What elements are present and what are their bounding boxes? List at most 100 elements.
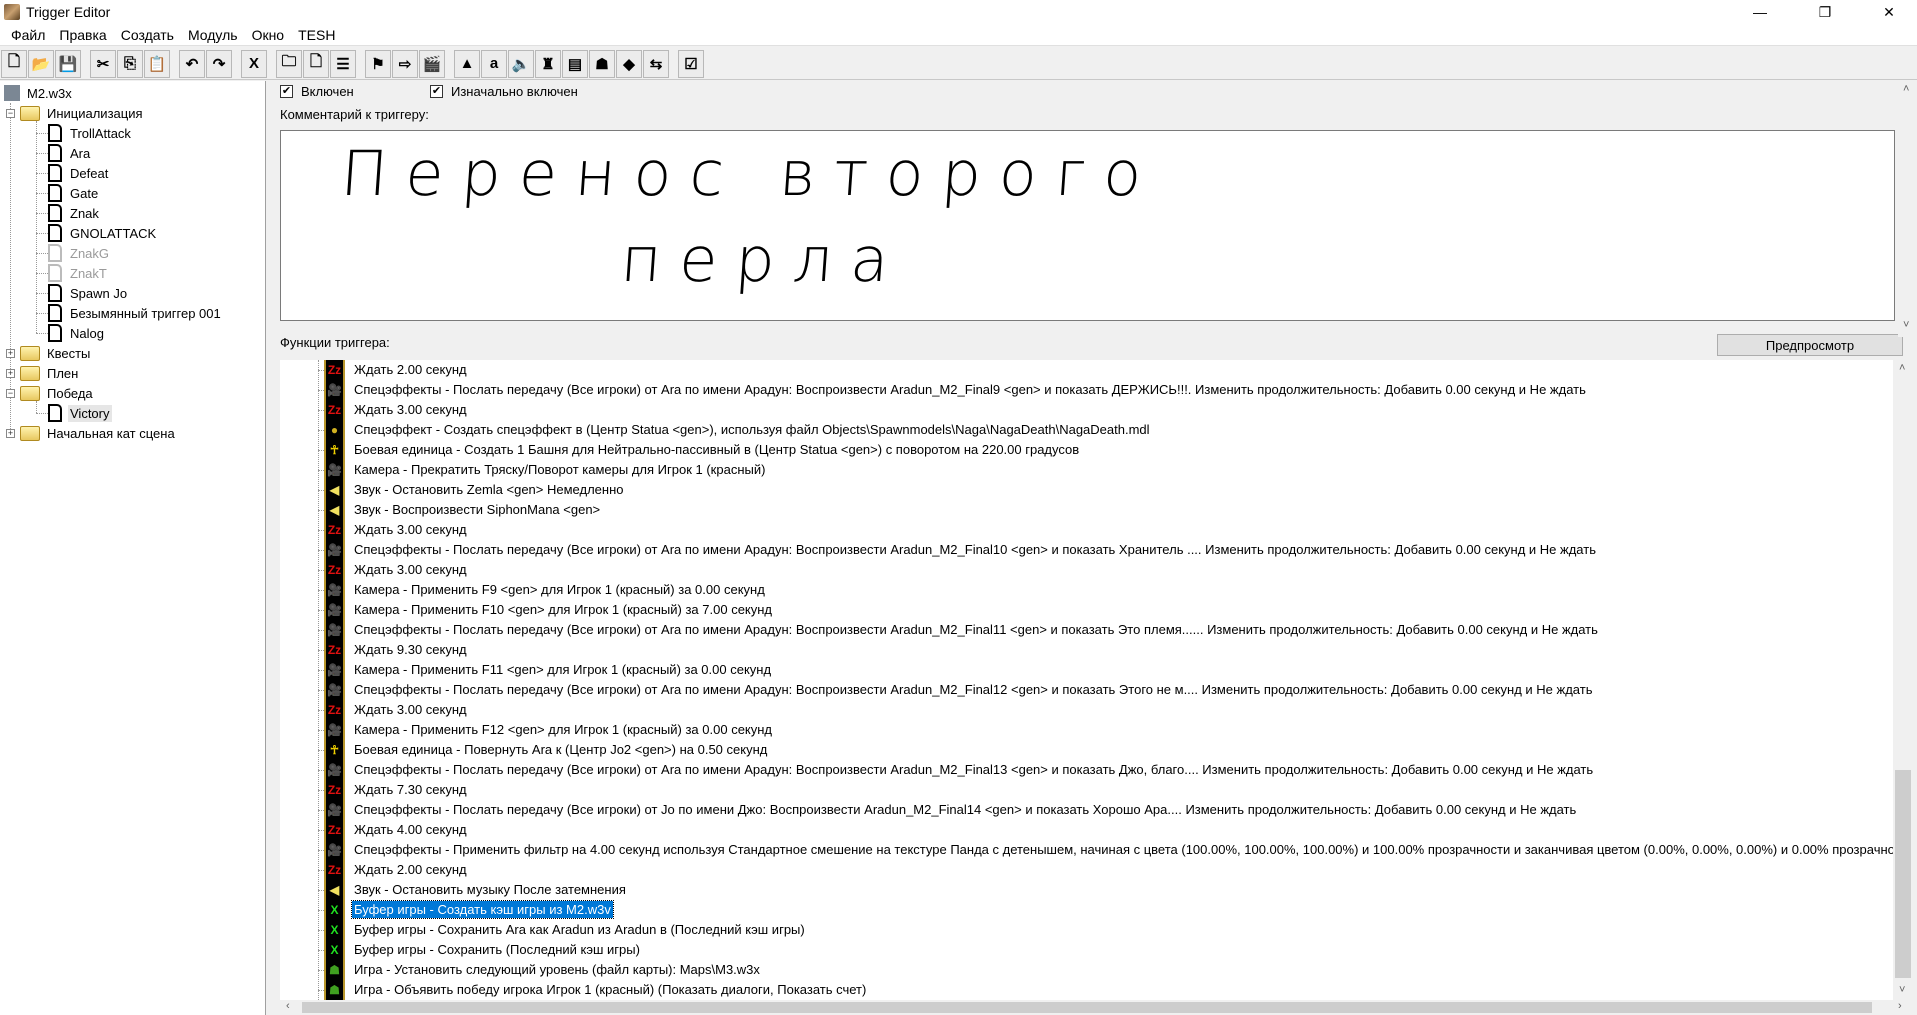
folder-icon [20,345,40,361]
trigger-label: Nalog [70,325,104,341]
export-icon: ⇆ [649,55,663,73]
action-wait-icon: Zz [324,820,345,840]
minimize-button[interactable]: — [1737,0,1783,24]
scroll-left-icon[interactable]: ‹ [286,1000,290,1012]
folder-label: Начальная кат сцена [47,425,175,441]
new-trigger-button[interactable]: 🗋 [303,49,329,78]
tree-trigger-item[interactable]: ZnakT [48,263,109,283]
action-text: Камера - Прекратить Тряску/Поворот камер… [354,462,766,477]
action-fx-icon: 🎥 [324,460,345,480]
paste-button[interactable]: 📋 [144,49,170,78]
menu-window[interactable]: Окно [245,27,292,43]
tree-folder-0[interactable]: − Инициализация [6,103,145,123]
collapse-icon[interactable]: − [6,388,15,398]
action-text: Спецэффекты - Применить фильтр на 4.00 с… [354,842,1893,857]
trigger-label: Defeat [70,165,109,181]
scrollbar-thumb[interactable] [1895,770,1911,978]
close-button[interactable]: ✕ [1866,0,1912,24]
menu-create[interactable]: Создать [114,27,181,43]
restore-button[interactable]: ❐ [1802,0,1848,24]
scroll-right-icon[interactable]: › [1898,1000,1902,1012]
expand-icon[interactable]: + [6,428,15,438]
tree-trigger-item[interactable]: Victory [48,403,112,423]
menu-tesh[interactable]: TESH [291,27,342,43]
trigger-document-icon [48,244,62,262]
tree-trigger-item[interactable]: GNOLATTACK [48,223,158,243]
action-text: Спецэффект - Создать спецэффект в (Центр… [354,422,1150,437]
campaign-editor-button[interactable]: ▤ [562,49,588,78]
scroll-down-icon[interactable]: ˅ [1899,984,1905,996]
tree-root-map[interactable]: M2.w3x [4,83,74,103]
test-map-button[interactable]: ☑ [678,49,704,78]
menu-file[interactable]: Файл [4,27,52,43]
trigger-editor-icon: a [489,55,499,72]
initially-on-checkbox[interactable]: ✔ Изначально включен [430,84,578,99]
tree-folder-4[interactable]: + Начальная кат сцена [6,423,177,443]
object-editor-button[interactable]: ♜ [535,49,561,78]
expand-icon[interactable]: + [6,348,15,358]
trigger-editor-button[interactable]: a [481,49,507,78]
new-button[interactable]: 🗋 [1,49,27,78]
open-button[interactable]: 📂 [28,49,54,78]
tree-trigger-item[interactable]: Defeat [48,163,110,183]
action-fx-icon: 🎥 [324,840,345,860]
scroll-down-icon[interactable]: ˅ [1903,319,1909,331]
scroll-up-icon[interactable]: ˄ [1903,83,1909,95]
copy-button[interactable]: ⎘ [117,49,143,78]
scrollbar-thumb[interactable] [302,1002,1872,1013]
comment-textarea[interactable]: Перенос второго перла [280,130,1895,321]
action-cache-icon: X [324,900,345,920]
functions-label: Функции триггера: [280,335,390,350]
tree-trigger-item[interactable]: Безымянный триггер 001 [48,303,223,323]
collapse-icon[interactable]: − [6,108,15,118]
handwriting-line-1: Перенос второго [338,137,1163,210]
tree-guide-line [36,253,48,254]
tree-trigger-item[interactable]: Nalog [48,323,106,343]
menu-module[interactable]: Модуль [181,27,245,43]
tree-folder-1[interactable]: + Квесты [6,343,92,363]
new-comment-button[interactable]: ☰ [330,49,356,78]
new-event-button[interactable]: ⚑ [365,49,391,78]
handwriting-line-2: перла [618,223,910,296]
export-button[interactable]: ⇆ [643,49,669,78]
scroll-up-icon[interactable]: ˄ [1899,362,1905,374]
undo-button[interactable]: ↶ [179,49,205,78]
new-condition-button[interactable]: ⇨ [392,49,418,78]
tree-guide-line [36,313,48,314]
cut-button[interactable]: ✂ [90,49,116,78]
tree-trigger-item[interactable]: ZnakG [48,243,111,263]
open-icon: 📂 [31,55,51,73]
expand-icon[interactable]: + [6,368,15,378]
new-action-button[interactable]: 🎬 [419,49,445,78]
new-category-button[interactable]: 🗀 [276,49,302,78]
action-text: Буфер игры - Сохранить (Последний кэш иг… [354,942,640,957]
trigger-label: Victory [68,404,112,422]
enabled-checkbox[interactable]: ✔ Включен [280,84,354,99]
tree-trigger-item[interactable]: Znak [48,203,101,223]
tree-trigger-item[interactable]: TrollAttack [48,123,133,143]
tree-trigger-item[interactable]: Gate [48,183,100,203]
sound-editor-button[interactable]: 🔈 [508,49,534,78]
ai-editor-button[interactable]: ☗ [589,49,615,78]
terrain-editor-button[interactable]: ▲ [454,49,480,78]
action-text: Камера - Применить F9 <gen> для Игрок 1 … [354,582,765,597]
title-bar: Trigger Editor — ❐ ✕ [0,0,1917,24]
tree-folder-2[interactable]: + Плен [6,363,80,383]
preview-button[interactable]: Предпросмотр [1717,334,1903,356]
tree-trigger-item[interactable]: Spawn Jo [48,283,129,303]
app-icon [4,4,20,20]
menu-edit[interactable]: Правка [52,27,113,43]
delete-button[interactable]: X [241,49,267,78]
tree-trigger-item[interactable]: Ara [48,143,92,163]
save-button[interactable]: 💾 [55,49,81,78]
import-manager-button[interactable]: ◆ [616,49,642,78]
actions-vertical-scrollbar[interactable]: ˄ ˅ [1893,360,1913,1000]
redo-button[interactable]: ↷ [206,49,232,78]
panel-scrollbar[interactable]: ˄ ˅ [1898,81,1917,337]
action-fx-icon: 🎥 [324,580,345,600]
tree-folder-3[interactable]: − Победа [6,383,95,403]
trigger-document-icon [48,184,62,202]
action-cache-icon: X [324,920,345,940]
action-fx-icon: 🎥 [324,620,345,640]
actions-horizontal-scrollbar[interactable]: ‹ › [280,1000,1913,1015]
